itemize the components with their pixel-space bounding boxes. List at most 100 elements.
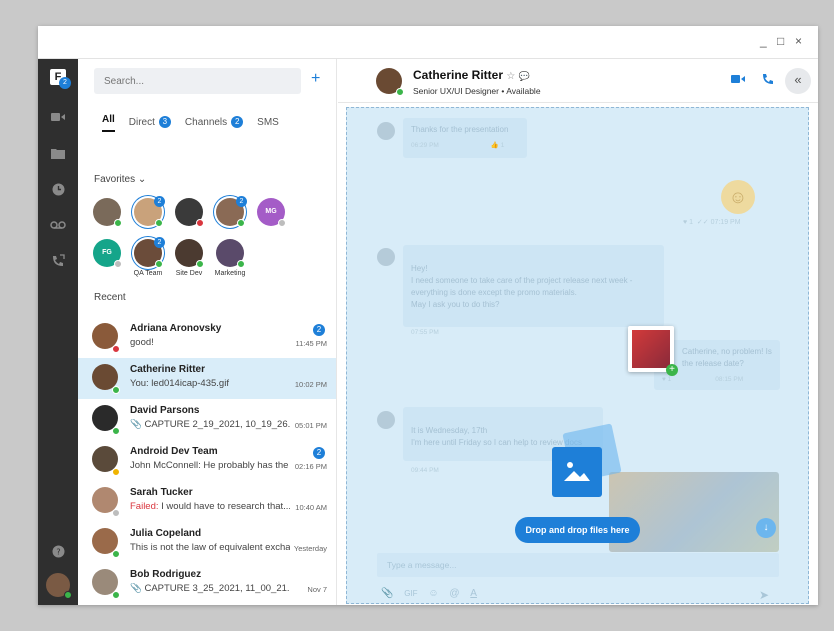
contact-name: Catherine Ritter ☆ 💬	[413, 68, 530, 82]
svg-text:?: ?	[56, 547, 60, 556]
presence-dot	[237, 219, 245, 227]
direct-count-badge: 3	[158, 116, 171, 128]
format-button[interactable]: A	[470, 588, 477, 599]
maximize-button[interactable]: □	[777, 34, 784, 48]
contact-subtitle: Senior UX/UI Designer • Available	[413, 86, 541, 96]
gif-button[interactable]: GIF	[404, 589, 417, 598]
sticker-image	[632, 330, 670, 368]
message-text: Catherine, no problem! Is the release da…	[682, 347, 772, 368]
voice-call-button[interactable]	[762, 73, 774, 88]
presence-dot	[155, 219, 163, 227]
message-time: 06:29 PM	[411, 142, 439, 149]
search-input[interactable]	[94, 68, 301, 94]
phone-icon	[763, 74, 773, 84]
conversation-time: 05:01 PM	[294, 421, 327, 430]
mention-button[interactable]: @	[449, 588, 459, 599]
presence-dot	[112, 345, 120, 353]
add-file-icon: +	[666, 364, 678, 376]
conversation-name: Catherine Ritter	[130, 364, 206, 375]
conversation-name: Adriana Aronovsky	[130, 323, 222, 334]
favorite-badge: 2	[154, 237, 165, 248]
collapse-panel-button[interactable]: «	[785, 68, 811, 94]
user-status-dot	[64, 591, 72, 599]
favorite-badge: 2	[236, 196, 247, 207]
scroll-down-button[interactable]: ↓	[756, 518, 776, 538]
folder-icon[interactable]	[38, 139, 78, 167]
presence-dot	[112, 386, 120, 394]
clock-icon[interactable]	[38, 175, 78, 203]
presence-dot	[278, 219, 286, 227]
conversation-time: Yesterday	[293, 544, 327, 553]
attachment-prefix: 📎	[130, 419, 145, 430]
conversation-name: Julia Copeland	[130, 528, 202, 539]
video-call-button[interactable]	[731, 73, 745, 87]
presence-dot	[114, 219, 122, 227]
close-button[interactable]: ×	[795, 34, 802, 48]
chat-bubble-icon[interactable]: 💬	[519, 71, 530, 81]
file-drop-zone[interactable]: Thanks for the presentation 06:29 PM 👍 1 …	[346, 107, 809, 604]
tab-all[interactable]: All	[102, 112, 115, 132]
conversation-row[interactable]: JSJason Sabas SMSA few years ago the pla…	[78, 604, 336, 605]
phone-forward-icon[interactable]	[38, 247, 78, 275]
voicemail-icon[interactable]	[38, 211, 78, 239]
favorite-badge: 2	[154, 196, 165, 207]
video-icon	[731, 75, 745, 83]
conversation-preview: You: led014icap-435.gif	[130, 378, 229, 389]
conversation-row[interactable]: Julia Copeland This is not the law of equ…	[78, 522, 336, 563]
presence-dot	[112, 427, 120, 435]
conversation-row[interactable]: Sarah Tucker Failed: I would have to rese…	[78, 481, 336, 522]
video-icon[interactable]	[38, 103, 78, 131]
conversation-row[interactable]: Android Dev Team John McConnell: He proba…	[78, 440, 336, 481]
conversation-row[interactable]: Adriana Aronovsky good! 11:45 PM 2	[78, 317, 336, 358]
message-bubble: Thanks for the presentation 06:29 PM 👍 1	[403, 118, 527, 158]
presence-dot	[155, 260, 163, 268]
message-avatar	[377, 122, 395, 140]
conversation-preview: 📎 CAPTURE 2_19_2021, 10_19_26.png	[130, 419, 290, 430]
conversation-preview: John McConnell: He probably has the ...	[130, 460, 290, 471]
logo-badge: 2	[59, 77, 71, 89]
message-text: Hey! I need someone to take care of the …	[411, 264, 633, 309]
emoji-meta: ♥ 1 ✓✓ 07:19 PM	[683, 219, 741, 226]
message-input[interactable]: Type a message...	[377, 553, 779, 577]
conversation-row[interactable]: Catherine Ritter You: led014icap-435.gif 1…	[78, 358, 336, 399]
emoji-button[interactable]: ☺	[428, 588, 438, 599]
reaction-badge[interactable]: 👍 1	[491, 142, 505, 149]
tab-channels[interactable]: Channels 2	[185, 112, 244, 132]
send-icon[interactable]: ➤	[759, 588, 769, 602]
presence-dot	[114, 260, 122, 268]
message-time: 08:15 PM	[715, 376, 744, 383]
tab-sms[interactable]: SMS	[257, 112, 279, 132]
conversation-time: 10:40 AM	[295, 503, 327, 512]
help-icon[interactable]: ?	[38, 537, 78, 565]
image-file-icon	[552, 447, 602, 497]
reaction-badge[interactable]: ♥ 1	[662, 376, 671, 383]
new-conversation-button[interactable]: +	[311, 71, 320, 87]
conversation-preview: good!	[130, 337, 154, 348]
conversation-name: David Parsons	[130, 405, 200, 416]
dragged-file-thumbnail[interactable]: +	[628, 326, 678, 376]
conversation-preview: Failed: I would have to research that...	[130, 501, 290, 512]
nav-rail: F 2 ?	[38, 59, 78, 605]
conversation-row[interactable]: David Parsons 📎 CAPTURE 2_19_2021, 10_19_…	[78, 399, 336, 440]
app-window: _ □ × F 2 ? + All Direct3	[38, 26, 818, 605]
minimize-button[interactable]: _	[760, 34, 767, 48]
message-avatar	[377, 411, 395, 429]
conversation-time: 10:02 PM	[294, 380, 327, 389]
title-bar: _ □ ×	[38, 26, 818, 59]
unread-badge: 2	[313, 324, 325, 336]
tab-direct[interactable]: Direct 3	[129, 112, 171, 132]
favorites-header[interactable]: Favorites ⌄	[94, 174, 146, 185]
presence-dot	[237, 260, 245, 268]
presence-dot	[112, 468, 120, 476]
paperclip-icon[interactable]: 📎	[381, 588, 393, 599]
conversation-time: Nov 7	[307, 585, 327, 594]
contact-status-dot	[396, 88, 404, 96]
star-icon[interactable]: ☆	[506, 71, 515, 82]
message-avatar	[377, 248, 395, 266]
filter-tabs: All Direct 3 Channels 2 SMS	[102, 112, 293, 132]
presence-dot	[196, 260, 204, 268]
channels-count-badge: 2	[231, 116, 244, 128]
recent-header: Recent	[94, 292, 126, 303]
conversation-row[interactable]: Bob Rodriguez 📎 CAPTURE 3_25_2021, 11_00_…	[78, 563, 336, 604]
chevron-down-icon: ⌄	[137, 174, 147, 185]
